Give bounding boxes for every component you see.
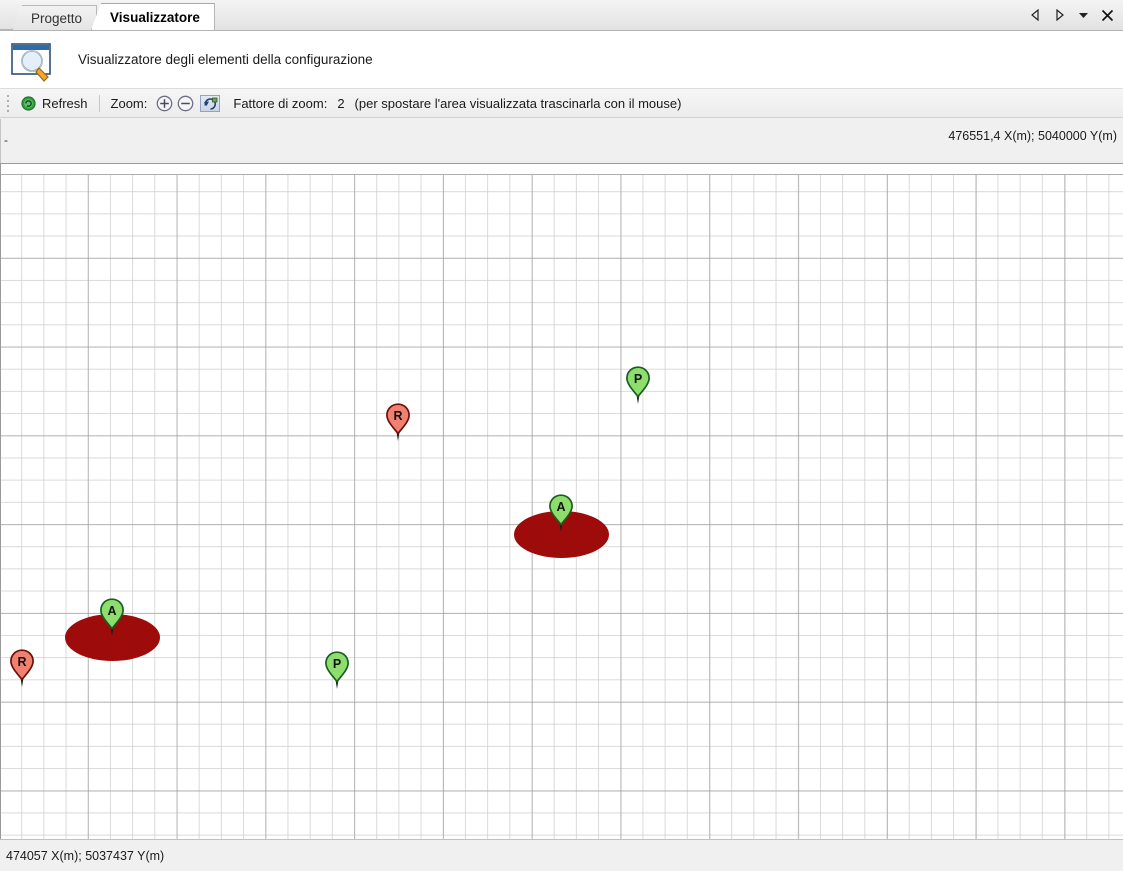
zoom-label: Zoom: — [110, 95, 148, 111]
window-magnifier-icon — [10, 40, 56, 82]
tab-strip: Progetto Visualizzatore — [0, 0, 1123, 31]
tab-visualizzatore-label: Visualizzatore — [110, 9, 200, 25]
zoom-fit-icon[interactable] — [200, 94, 221, 112]
map-grid-top-border — [1, 174, 1123, 175]
coordinate-bar-left-text: - — [4, 133, 8, 147]
map-pin-p[interactable]: P — [625, 366, 651, 406]
header-banner: Visualizzatore degli elementi della conf… — [0, 31, 1123, 88]
toolbar-separator-1 — [98, 94, 100, 112]
map-pin-a[interactable]: A — [548, 494, 574, 534]
zoom-in-icon[interactable] — [156, 95, 173, 112]
refresh-label: Refresh — [42, 95, 88, 111]
scroll-tabs-left-icon[interactable] — [1028, 6, 1043, 24]
map-pin-a[interactable]: A — [99, 598, 125, 638]
svg-text:A: A — [107, 604, 116, 618]
map-canvas[interactable]: P R A A P R — [0, 163, 1123, 839]
drag-hint-text: (per spostare l'area visualizzata trasci… — [354, 95, 682, 111]
tab-list: Progetto Visualizzatore — [12, 3, 215, 30]
svg-text:R: R — [393, 409, 402, 423]
cursor-coordinates: 476551,4 X(m); 5040000 Y(m) — [948, 129, 1117, 143]
scroll-tabs-right-icon[interactable] — [1052, 6, 1067, 24]
close-icon[interactable] — [1100, 6, 1115, 24]
zoom-out-icon[interactable] — [177, 95, 194, 112]
refresh-button[interactable]: Refresh — [14, 91, 95, 115]
map-pin-r[interactable]: R — [385, 403, 411, 443]
visualizzatore-window: Progetto Visualizzatore Visualizzatore d… — [0, 0, 1123, 871]
chevron-down-icon[interactable] — [1076, 6, 1091, 24]
zoom-group: Zoom: — [104, 91, 155, 115]
coordinate-bar: - 476551,4 X(m); 5040000 Y(m) — [0, 119, 1123, 163]
page-title: Visualizzatore degli elementi della conf… — [78, 52, 373, 67]
toolbar-drag-handle[interactable] — [4, 94, 12, 112]
tab-visualizzatore[interactable]: Visualizzatore — [91, 3, 215, 30]
viewer-toolbar: Refresh Zoom: Fattore di zoom: 2 (per sp… — [0, 88, 1123, 118]
zoom-factor-group: Fattore di zoom: 2 (per spostare l'area … — [226, 91, 688, 115]
status-coordinates: 474057 X(m); 5037437 Y(m) — [6, 848, 165, 863]
svg-text:A: A — [556, 500, 565, 514]
tab-progetto-label: Progetto — [31, 10, 83, 26]
svg-text:P: P — [333, 657, 341, 671]
zoom-factor-value[interactable]: 2 — [337, 96, 344, 111]
svg-text:P: P — [634, 372, 642, 386]
svg-text:R: R — [17, 655, 26, 669]
map-pin-p[interactable]: P — [324, 651, 350, 691]
tab-progetto[interactable]: Progetto — [12, 5, 98, 30]
refresh-icon — [21, 95, 36, 111]
map-pin-r[interactable]: R — [9, 649, 35, 689]
zoom-factor-label: Fattore di zoom: — [233, 95, 328, 111]
window-controls — [1028, 4, 1115, 26]
status-bar: 474057 X(m); 5037437 Y(m) — [0, 839, 1123, 871]
